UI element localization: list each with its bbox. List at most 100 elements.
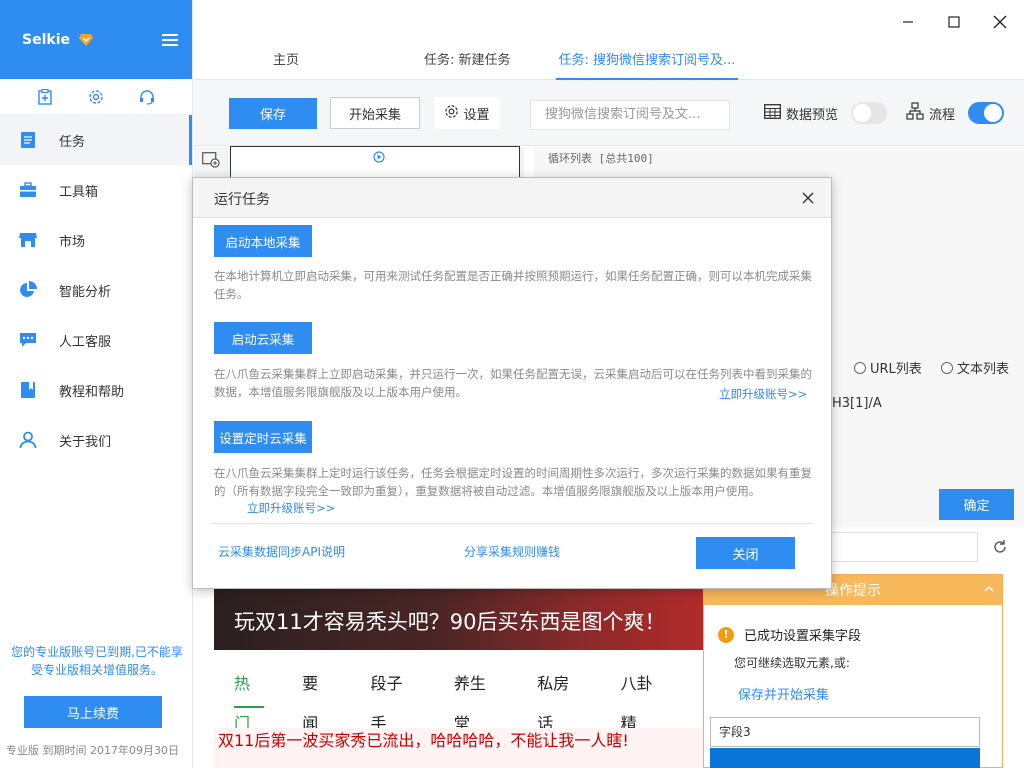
maximize-icon[interactable] xyxy=(940,8,968,36)
tips-subtext: 您可继续选取元素,或: xyxy=(734,656,850,670)
headset-support-icon[interactable] xyxy=(138,88,156,106)
field-list-item[interactable]: 字段3 xyxy=(710,717,980,747)
sidebar-item-support[interactable]: 人工客服 xyxy=(0,315,192,365)
tips-title: 操作提示 xyxy=(825,583,881,599)
sidebar-toolbar xyxy=(0,79,192,115)
news-tab-hot[interactable]: 热门 xyxy=(234,664,265,733)
radio-text-label: 文本列表 xyxy=(957,362,1010,377)
sidebar-item-help[interactable]: 教程和帮助 xyxy=(0,365,192,415)
vip-badge-icon xyxy=(79,34,93,46)
hamburger-menu-icon[interactable] xyxy=(162,34,178,46)
data-preview-label: 数据预览 xyxy=(786,107,839,123)
banner-title: 玩双11才容易秃头吧？90后买东西是图个爽！ xyxy=(234,610,666,634)
tab-home[interactable]: 主页 xyxy=(273,44,299,80)
news-headline[interactable]: 双11后第一波买家秀已流出，哈哈哈哈，不能让我一人瞎! xyxy=(214,728,704,768)
sidebar-item-market[interactable]: 市场 xyxy=(0,215,192,265)
local-collect-description: 在本地计算机立即启动采集，可用来测试任务配置是否正确并按照预期运行，如果任务配置… xyxy=(214,269,812,301)
close-icon[interactable] xyxy=(799,189,817,207)
data-preview-control: 数据预览 xyxy=(764,102,888,124)
xpath-value: H3[1]/A xyxy=(832,396,882,411)
sidebar-item-label: 任务 xyxy=(59,134,86,150)
news-tab-news[interactable]: 要闻 xyxy=(302,664,332,733)
upgrade-account-link[interactable]: 立即升级账号>> xyxy=(247,500,335,516)
data-preview-toggle[interactable] xyxy=(851,102,888,124)
account-status: 专业版 到期时间 2017年09月30日 xyxy=(6,744,179,757)
sidebar-item-label: 关于我们 xyxy=(59,434,112,450)
schedule-cloud-collect-button[interactable]: 设置定时云采集 xyxy=(214,421,312,453)
table-icon xyxy=(764,103,781,123)
sidebar-item-label: 市场 xyxy=(59,234,86,250)
save-and-start-link[interactable]: 保存并开始采集 xyxy=(738,684,829,703)
sidebar-item-label: 教程和帮助 xyxy=(59,384,125,400)
radio-url-list[interactable]: URL列表 xyxy=(854,358,922,377)
tab-sogou-task[interactable]: 任务: 搜狗微信搜索订阅号及... xyxy=(556,44,738,80)
task-icon xyxy=(18,130,38,150)
settings-gear-icon[interactable] xyxy=(87,88,105,106)
settings-button[interactable]: 设置 xyxy=(434,97,500,129)
user-icon xyxy=(18,430,38,450)
flow-diagram-icon xyxy=(906,102,924,124)
refresh-icon[interactable] xyxy=(988,535,1012,559)
radio-circle xyxy=(854,361,866,374)
sidebar: Selkie 任务 工具箱 市场 智能分析 人工客服 教程和帮助 关于我们 您的… xyxy=(0,0,193,768)
warning-icon: ! xyxy=(718,626,734,643)
dialog-divider xyxy=(211,523,813,524)
sidebar-item-analysis[interactable]: 智能分析 xyxy=(0,265,192,315)
start-local-collect-button[interactable]: 启动本地采集 xyxy=(214,225,312,257)
expired-warning: 您的专业版账号已到期,已不能享受专业版相关增值服务。 xyxy=(11,645,183,677)
sidebar-header: Selkie xyxy=(0,0,192,79)
sidebar-item-about[interactable]: 关于我们 xyxy=(0,415,192,465)
upgrade-account-link[interactable]: 立即升级账号>> xyxy=(719,386,807,402)
play-node-icon[interactable] xyxy=(373,151,385,167)
close-window-icon[interactable] xyxy=(986,8,1014,36)
news-tab-gossip[interactable]: 八卦精 xyxy=(621,664,666,733)
confirm-button[interactable]: 确定 xyxy=(939,489,1014,520)
dialog-close-button[interactable]: 关闭 xyxy=(696,537,795,569)
field-list-selected-row[interactable] xyxy=(710,748,980,768)
tips-success: ! 已成功设置采集字段 xyxy=(718,625,861,644)
sidebar-item-toolbox[interactable]: 工具箱 xyxy=(0,165,192,215)
dialog-title: 运行任务 xyxy=(214,192,270,208)
radio-text-list[interactable]: 文本列表 xyxy=(941,358,1009,377)
tips-success-text: 已成功设置采集字段 xyxy=(744,629,862,644)
dialog-header: 运行任务 xyxy=(193,178,831,218)
news-tab-health[interactable]: 养生堂 xyxy=(454,664,499,733)
news-tab-bar: 热门 要闻 段子手 养生堂 私房话 八卦精 xyxy=(214,664,704,733)
save-button[interactable]: 保存 xyxy=(229,98,317,129)
sidebar-item-label: 人工客服 xyxy=(59,334,112,350)
url-input[interactable] xyxy=(830,532,978,562)
book-icon xyxy=(18,380,38,400)
news-tab-private[interactable]: 私房话 xyxy=(537,664,582,733)
cloud-api-doc-link[interactable]: 云采集数据同步API说明 xyxy=(218,543,345,560)
tab-bar: 主页 任务: 新建任务 任务: 搜狗微信搜索订阅号及... xyxy=(194,44,1024,80)
radio-circle xyxy=(941,361,953,374)
flow-control: 流程 xyxy=(906,102,1005,124)
share-rules-link[interactable]: 分享采集规则赚钱 xyxy=(464,543,560,560)
chat-icon xyxy=(18,330,38,350)
collapse-chevron-icon[interactable] xyxy=(984,583,994,596)
radio-url-label: URL列表 xyxy=(870,362,922,377)
renew-button[interactable]: 马上续费 xyxy=(24,696,162,728)
brand-name: Selkie xyxy=(22,32,70,48)
schedule-collect-description: 在八爪鱼云采集集群上定时运行该任务，任务会根据定时设置的时间周期性多次运行，多次… xyxy=(214,466,812,498)
flow-toggle[interactable] xyxy=(968,102,1005,124)
start-cloud-collect-button[interactable]: 启动云采集 xyxy=(214,322,312,354)
sidebar-item-task[interactable]: 任务 xyxy=(0,115,192,165)
sidebar-item-label: 智能分析 xyxy=(59,284,112,300)
news-tab-jokes[interactable]: 段子手 xyxy=(371,664,416,733)
market-icon xyxy=(18,230,38,250)
pie-chart-icon xyxy=(18,280,38,300)
news-banner[interactable]: 玩双11才容易秃头吧？90后买东西是图个爽！ xyxy=(214,588,704,650)
operation-tips-panel: 操作提示 ! 已成功设置采集字段 您可继续选取元素,或: 保存并开始采集 字段3 xyxy=(703,574,1003,768)
flow-label: 流程 xyxy=(929,107,956,123)
settings-label: 设置 xyxy=(463,107,490,123)
new-task-icon[interactable] xyxy=(36,88,54,106)
gear-icon xyxy=(444,104,459,123)
toolbox-icon xyxy=(18,180,38,200)
minimize-icon[interactable] xyxy=(894,8,922,36)
start-collect-button[interactable]: 开始采集 xyxy=(330,97,420,129)
add-step-icon[interactable] xyxy=(202,152,220,172)
run-task-dialog: 运行任务 启动本地采集 在本地计算机立即启动采集，可用来测试任务配置是否正确并按… xyxy=(192,177,832,589)
task-name-field[interactable]: 搜狗微信搜索订阅号及文... xyxy=(530,100,730,130)
tab-new-task[interactable]: 任务: 新建任务 xyxy=(424,44,511,80)
